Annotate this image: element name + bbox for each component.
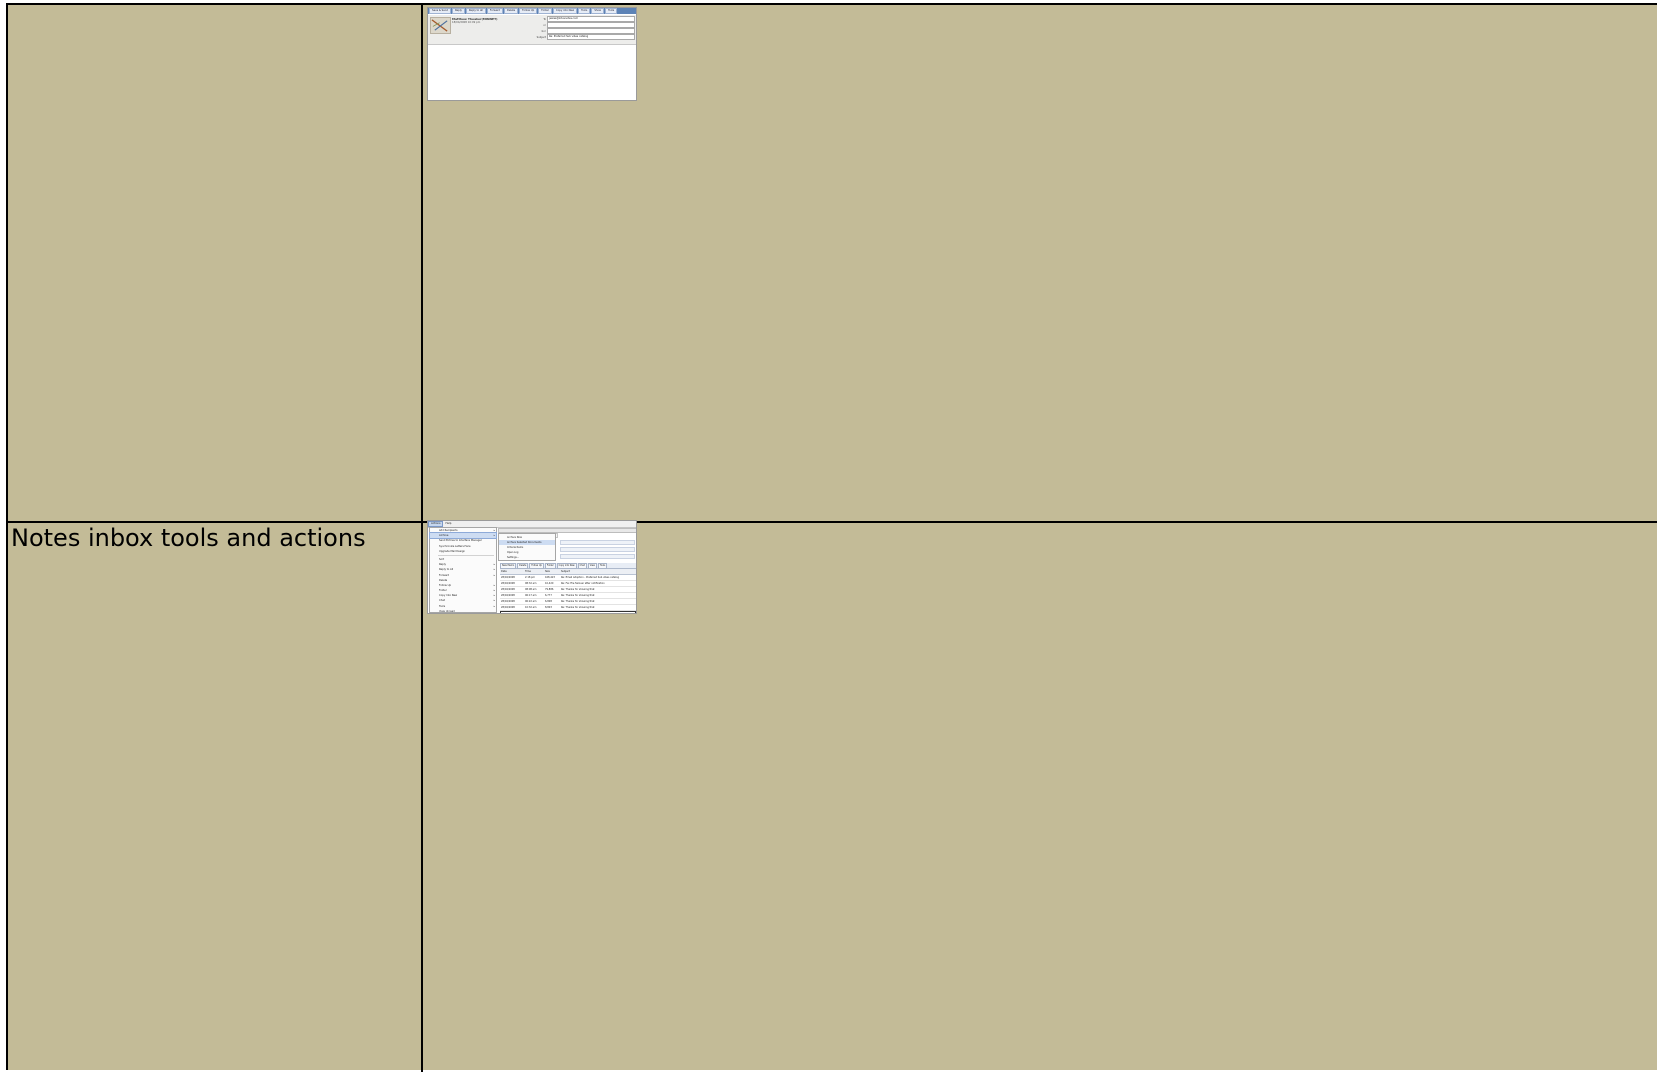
memo-field-label: cc [543, 23, 546, 27]
memo-sent-date: 18/04/2008 10:09 pm [452, 21, 481, 24]
menu-item-label: Folder [439, 589, 447, 593]
memo-toolbar: Save & Send Reply Reply to all Forward Delet… [428, 8, 636, 14]
memo-toolbar-button: Follow Up [519, 8, 538, 14]
row-subject: Re: Email Adoption - Preferred Sub vibes… [561, 576, 619, 579]
row-time: 2:18 pm [525, 576, 535, 579]
menu-item-label: Add Recipients [439, 529, 458, 532]
column-divider [421, 5, 423, 1072]
row-date: 28/04/2008 [501, 606, 515, 609]
row-size: 6,777 [545, 594, 552, 597]
memo-toolbar-button: Show [591, 8, 605, 14]
column-header: Time [525, 570, 531, 573]
row-subject: Re: Thanks for showing that [561, 600, 595, 603]
menu-item-label: Forward [439, 573, 450, 577]
inbox-action-button: Folder [544, 562, 556, 569]
row-time: 06:22 am [525, 600, 537, 603]
memo-address-fields: To jswiss@lotusnotes.com cc bcc Subject Re: P… [532, 16, 635, 40]
inbox-toolbar-row [560, 547, 635, 552]
inbox-message-list: Date Time Size Subject 28/04/2008 2:18 pm 168,… [500, 569, 636, 613]
menu-item-label: Reply to All [439, 568, 454, 572]
row-label-notes-inbox: Notes inbox tools and actions [11, 524, 366, 552]
menu-item-label: Synchronize Letters Here [439, 544, 471, 548]
row-size: 20,744 [546, 612, 562, 613]
row-date: 28/04/2008 [501, 588, 515, 591]
menu-item-label: Send Entries to Interface Manager [439, 539, 482, 543]
memo-field-label: To [543, 17, 546, 21]
memo-logo-icon [430, 17, 451, 34]
inbox-toolbar-row [560, 540, 635, 545]
inbox-action-button: Tools [597, 562, 608, 569]
row-size: 10,420 [545, 582, 554, 585]
row-date: 28/04/2008 [501, 600, 515, 603]
row-size: 79,886 [545, 588, 554, 591]
menu-item-label: Reply [439, 563, 446, 567]
row-time: 06:17 am [525, 594, 537, 597]
menu-item-label: Tools [439, 604, 446, 608]
row-size: 8,803 [545, 606, 552, 609]
inbox-action-button: Delete [517, 562, 529, 569]
row-subject: Re: Thanks for showing that [561, 588, 595, 591]
memo-field-row: Subject Re: Preferred Sub vibes catalog [532, 34, 635, 40]
memo-toolbar-button: Reply [451, 8, 465, 14]
menu-item-label: Archive [439, 534, 449, 538]
row-subject: Re: Preferred Sub vibes catalog [562, 612, 635, 613]
row-date: 28/04/2008 [501, 576, 515, 579]
row-subject: Re: Thanks for showing that [561, 606, 595, 609]
inbox-action-button: Follow Up [529, 562, 544, 569]
inbox-action-button: View [587, 562, 597, 569]
row-time: 08:08 am [525, 588, 537, 591]
inbox-action-button: Chat [577, 562, 587, 569]
row-divider [8, 521, 1657, 523]
menu-item-label: View Unread [439, 609, 455, 613]
memo-toolbar-button: Folder [538, 8, 552, 14]
archive-submenu: Archive Now Archive Selected Documents Cri… [498, 533, 556, 561]
inbox-action-button: New Memo [500, 562, 517, 569]
menu-item-label: Sort [439, 557, 445, 561]
actions-menu: Add Recipients ▸ Archive ▸ Send Entries to I… [429, 527, 497, 613]
menu-item: Upgrade Mail Design [430, 549, 496, 554]
memo-header: Matthew Theaker(MINNET) 18/04/2008 10:09… [428, 15, 636, 45]
inbox-toolbar-rows [560, 540, 635, 561]
memo-field-value: Re: Preferred Sub vibes catalog [547, 34, 635, 40]
menu-item: View Unread [430, 609, 496, 613]
row-date: 28/04/2008 [501, 594, 515, 597]
memo-toolbar-button: Forward [486, 8, 503, 14]
inbox-screenshot-thumbnail: ActionsHelp Go New MemoDeleteFollow UpFo… [427, 520, 637, 614]
layout-table: Notes inbox tools and actions Save & Sen… [6, 3, 1657, 1072]
menu-item-label: Copy Into New [439, 594, 458, 598]
row-time: 1:18 pm [526, 612, 546, 613]
column-header: Subject [561, 570, 570, 573]
submenu-item: Settings... [507, 556, 520, 559]
menu-item-label: Delete [439, 578, 448, 582]
memo-field-label: bcc [541, 29, 546, 33]
memo-toolbar-button: Tools [578, 8, 591, 14]
inbox-action-button: Copy into New [556, 562, 577, 569]
menu-item-label: Chat [439, 599, 445, 603]
row-subject: Re: Fw: File failover after notification [561, 582, 605, 585]
menu-separator [438, 554, 494, 556]
row-time: 10:32 am [525, 606, 537, 609]
memo-toolbar-button: Delete [503, 8, 519, 14]
memo-toolbar-button: Save & Send [429, 8, 451, 14]
menu-item-label: Follow Up [439, 583, 452, 587]
column-header: Size [545, 570, 550, 573]
table-row: 28/04/20081:18 pm20,744Re: Preferred Sub… [500, 611, 636, 613]
row-date: 28/04/2008 [501, 582, 515, 585]
menu-item-label: Upgrade Mail Design [439, 549, 465, 553]
row-size: 6,808 [545, 600, 552, 603]
inbox-toolbar-row [560, 554, 635, 559]
memo-toolbar-button: Tools [605, 8, 618, 14]
memo-toolbar-button: Reply to all [465, 8, 486, 14]
memo-field-label: Subject [536, 35, 546, 39]
row-time: 08:32 am [525, 582, 537, 585]
row-date: 28/04/2008 [501, 612, 526, 613]
row-size: 168,423 [545, 576, 555, 579]
column-header: Date [501, 570, 507, 573]
row-subject: Re: Thanks for showing that [561, 594, 595, 597]
memo-toolbar-button: Copy into New [552, 8, 578, 14]
memo-screenshot-thumbnail: Save & Send Reply Reply to all Forward Delet… [427, 7, 637, 101]
